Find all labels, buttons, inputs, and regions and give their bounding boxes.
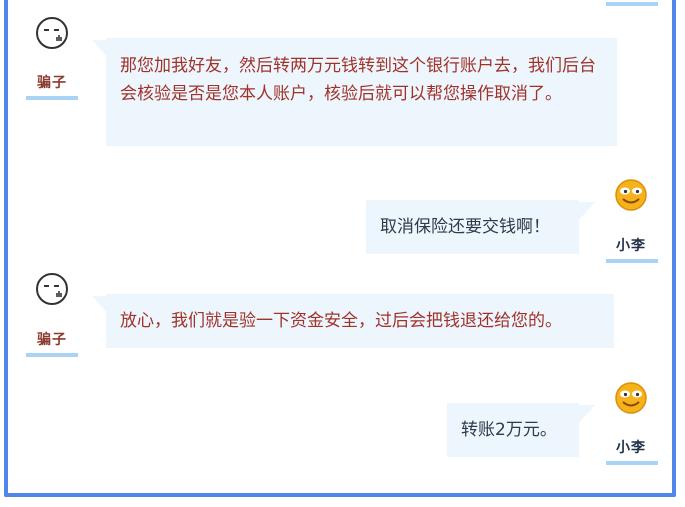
top-name-underline [606,2,658,6]
message-bubble: 取消保险还要交钱啊！ [366,200,579,254]
xiaoli-avatar-icon [615,179,647,211]
sender-name: 骗子 [37,332,67,348]
sender-name: 骗子 [37,75,67,91]
message-bubble: 转账2万元。 [447,403,579,457]
sender-name-underline [606,259,658,263]
xiaoli-avatar-icon [615,382,647,414]
sender-name: 小李 [616,440,646,456]
sender-name-underline [606,461,658,465]
scammer-avatar-icon [36,273,68,305]
message-text: 放心，我们就是验一下资金安全，过后会把钱退还给您的。 [120,311,562,331]
scammer-avatar-icon [36,17,68,49]
sender-name-underline [26,353,78,357]
message-bubble: 放心，我们就是验一下资金安全，过后会把钱退还给您的。 [106,294,614,348]
sender-name-underline [26,96,78,100]
message-text: 取消保险还要交钱啊！ [380,217,550,237]
message-text: 那您加我好友，然后转两万元钱转到这个银行账户去，我们后台会核验是否是您本人账户，… [120,56,596,104]
message-text: 转账2万元。 [461,420,557,440]
bubble-tail [579,202,595,220]
bubble-tail [579,405,595,423]
message-bubble: 那您加我好友，然后转两万元钱转到这个银行账户去，我们后台会核验是否是您本人账户，… [106,38,617,146]
sender-name: 小李 [616,238,646,254]
